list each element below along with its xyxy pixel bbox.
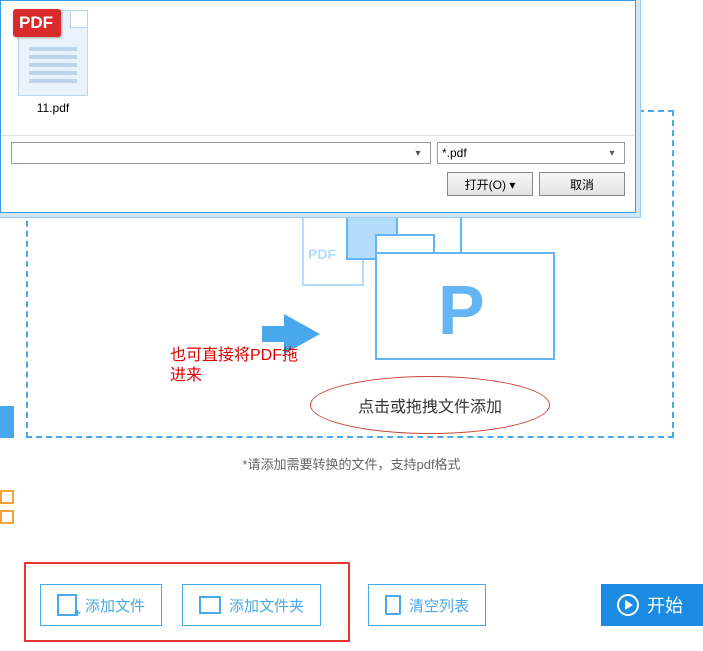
sidebar-selected-item[interactable] bbox=[0, 406, 14, 438]
file-name-label: 11.pdf bbox=[5, 101, 101, 115]
pdf-stack-label: PDF bbox=[308, 246, 336, 262]
clear-list-button[interactable]: 清空列表 bbox=[368, 584, 486, 626]
start-button[interactable]: 开始 bbox=[601, 584, 703, 626]
file-plus-icon bbox=[57, 594, 77, 616]
filename-combo[interactable]: ▾ bbox=[11, 142, 431, 164]
trash-icon bbox=[385, 595, 401, 615]
cancel-button[interactable]: 取消 bbox=[539, 172, 625, 196]
arrow-icon bbox=[262, 326, 286, 342]
drag-annotation: 也可直接将PDF拖进来 bbox=[170, 346, 298, 386]
add-folder-button[interactable]: 添加文件夹 bbox=[182, 584, 321, 626]
file-list-area[interactable]: PDF 11.pdf bbox=[1, 1, 635, 136]
play-icon bbox=[617, 594, 639, 616]
sidebar-orange-icon[interactable] bbox=[0, 490, 14, 504]
folder-plus-icon bbox=[199, 596, 221, 614]
file-item[interactable]: PDF 11.pdf bbox=[5, 5, 101, 115]
drop-ellipse-text: 点击或拖拽文件添加 bbox=[358, 393, 502, 417]
drop-ellipse[interactable]: 点击或拖拽文件添加 bbox=[310, 376, 550, 434]
add-file-button[interactable]: 添加文件 bbox=[40, 584, 162, 626]
chevron-down-icon: ▾ bbox=[604, 148, 620, 159]
add-folder-label: 添加文件夹 bbox=[229, 595, 304, 616]
add-file-label: 添加文件 bbox=[85, 595, 145, 616]
pdf-badge-icon: PDF bbox=[13, 9, 61, 37]
open-button[interactable]: 打开(O) ▾ bbox=[447, 172, 533, 196]
chevron-down-icon: ▾ bbox=[410, 148, 426, 159]
file-filter-label: *.pdf bbox=[442, 146, 467, 160]
dropdown-split-icon: ▾ bbox=[509, 178, 515, 192]
clear-list-label: 清空列表 bbox=[409, 595, 469, 616]
folder-tab-icon bbox=[375, 234, 435, 254]
drag-annotation-text: 也可直接将PDF拖进来 bbox=[170, 347, 298, 384]
hint-text: *请添加需要转换的文件，支持pdf格式 bbox=[0, 454, 703, 473]
open-button-label: 打开(O) bbox=[465, 178, 506, 192]
p-logo-icon: P bbox=[438, 270, 485, 350]
file-filter-select[interactable]: *.pdf ▾ bbox=[437, 142, 625, 164]
file-open-dialog: PDF 11.pdf ▾ *.pdf ▾ 打开(O) ▾ 取消 bbox=[0, 0, 636, 213]
sidebar-orange-icon[interactable] bbox=[0, 510, 14, 524]
start-label: 开始 bbox=[647, 592, 683, 618]
